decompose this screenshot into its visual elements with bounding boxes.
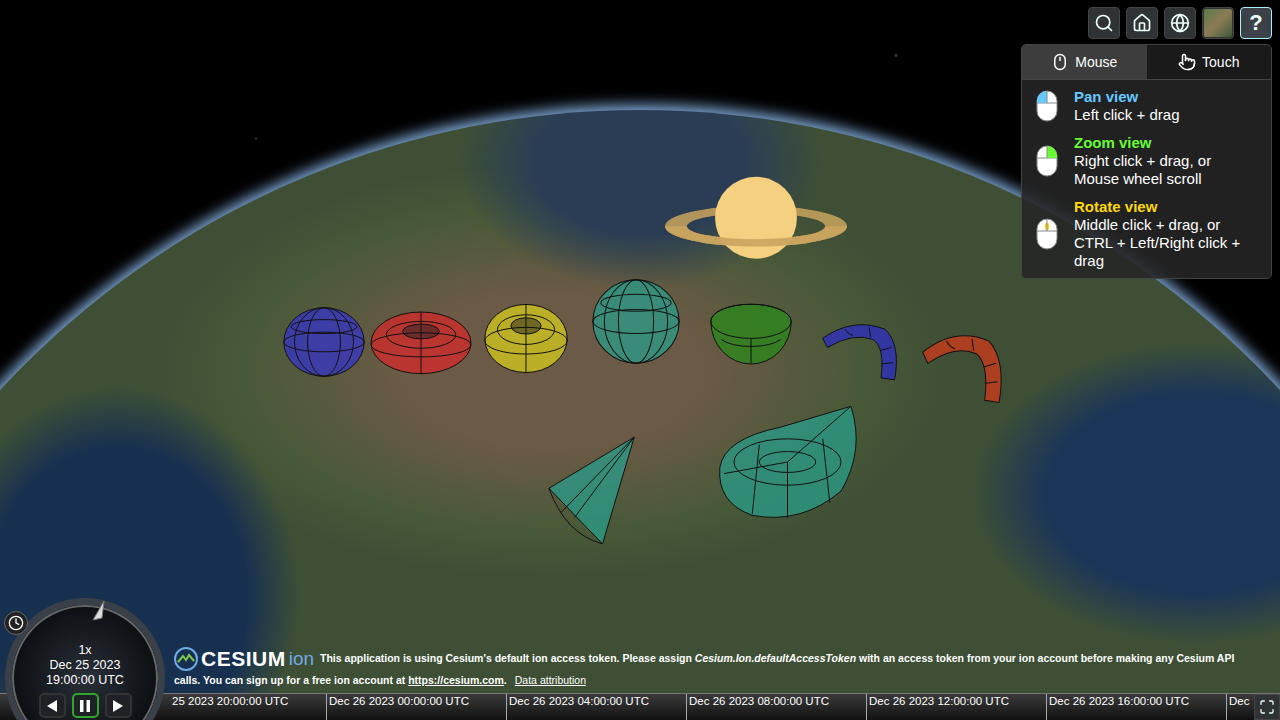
help-panel: MouseTouch Pan viewLeft click + drag Zoom … [1021, 44, 1272, 279]
help-tab[interactable]: Mouse [1022, 45, 1147, 80]
timeline-label: 25 2023 20:00:00 UTC [170, 694, 326, 720]
fullscreen-icon [1259, 699, 1275, 715]
toolbar: ? [1088, 7, 1272, 39]
play-button[interactable] [105, 693, 132, 718]
shuttle-needle-icon[interactable] [90, 600, 106, 622]
torus-shape[interactable] [370, 308, 472, 375]
animation-widget: 1xDec 25 202319:00:00 UTC [0, 598, 170, 720]
timeline-label: Dec 26 2023 04:00:00 UTC [506, 694, 686, 720]
ellipsoid-shape[interactable] [283, 307, 365, 377]
timeline[interactable]: 25 2023 20:00:00 UTCDec 26 2023 00:00:00… [170, 694, 1254, 720]
scene[interactable]: ? MouseTouch Pan viewLeft click + drag Zoom… [0, 0, 1280, 693]
home-icon [1132, 13, 1152, 33]
base-layer-button[interactable] [1202, 7, 1234, 39]
fullscreen-button[interactable] [1254, 694, 1280, 720]
help-line: Middle click + drag, or [1074, 216, 1240, 234]
arc-shape[interactable] [921, 330, 1006, 404]
time: 19:00:00 UTC [46, 673, 124, 688]
pause-button[interactable] [72, 693, 99, 718]
home-button[interactable] [1126, 7, 1158, 39]
cesium-logo-icon [174, 647, 198, 671]
play-icon [111, 699, 125, 713]
reverse-button[interactable] [39, 693, 66, 718]
mouse-icon [1051, 53, 1069, 71]
base-layer-thumbnail [1204, 9, 1232, 37]
mouse-icon [1036, 218, 1058, 250]
credit-message: This application is using Cesium's defau… [174, 652, 1234, 686]
clock-icon [8, 615, 24, 631]
timeline-label: Dec 26 2023 08:00:00 UTC [686, 694, 866, 720]
cone-shape[interactable] [548, 436, 636, 545]
search-icon [1094, 13, 1114, 33]
help-line: Mouse wheel scroll [1074, 170, 1211, 188]
pause-icon [78, 699, 92, 713]
timeline-label: Dec 26 2023 16:00:00 UTC [1046, 694, 1226, 720]
help-line: Left click + drag [1074, 106, 1179, 124]
credits: CESIUMionThis application is using Cesiu… [174, 647, 1262, 689]
help-item: Pan viewLeft click + drag [1036, 88, 1261, 124]
cesium-viewer: ? MouseTouch Pan viewLeft click + drag Zoom… [0, 0, 1280, 720]
help-item: Rotate viewMiddle click + drag, orCTRL +… [1036, 198, 1261, 270]
planet-shape[interactable] [665, 175, 847, 268]
date: Dec 25 2023 [50, 658, 121, 673]
reverse-icon [45, 699, 59, 713]
wedge-shape[interactable] [717, 404, 858, 520]
help-line: drag [1074, 252, 1240, 270]
globe-icon [1170, 13, 1190, 33]
cesium-link[interactable]: https://cesium.com [408, 674, 504, 686]
help-line: CTRL + Left/Right click + [1074, 234, 1240, 252]
mouse-icon [1036, 90, 1058, 122]
data-attribution-link[interactable]: Data attribution [515, 674, 586, 686]
help-line: Right click + drag, or [1074, 152, 1211, 170]
help-item: Zoom viewRight click + drag, orMouse whe… [1036, 134, 1261, 188]
ellipsoid-shape[interactable] [592, 279, 680, 364]
torus-shape[interactable] [484, 300, 568, 374]
scene-mode-button[interactable] [1164, 7, 1196, 39]
bowl-shape[interactable] [710, 303, 792, 364]
help-tab[interactable]: Touch [1147, 45, 1272, 80]
speed: 1x [78, 643, 91, 658]
arc-shape[interactable] [821, 320, 901, 381]
help-title: Pan view [1074, 88, 1179, 106]
hand-icon [1178, 53, 1196, 71]
bottom-bar: 25 2023 20:00:00 UTCDec 26 2023 00:00:00… [0, 693, 1280, 720]
timeline-label: Dec 26 2023 12:00:00 UTC [866, 694, 1046, 720]
help-button[interactable]: ? [1240, 7, 1272, 39]
cesium-ion-logo[interactable]: CESIUMion [174, 647, 314, 671]
mouse-icon [1036, 145, 1058, 177]
timeline-label: Dec 26 2023 00:00:00 UTC [326, 694, 506, 720]
timeline-label: Dec [1226, 694, 1254, 720]
search-button[interactable] [1088, 7, 1120, 39]
tab-row: MouseTouch [1022, 45, 1271, 80]
help-title: Rotate view [1074, 198, 1240, 216]
help-list: Pan viewLeft click + drag Zoom viewRight … [1022, 80, 1271, 278]
realtime-button[interactable] [4, 611, 28, 635]
help-title: Zoom view [1074, 134, 1211, 152]
